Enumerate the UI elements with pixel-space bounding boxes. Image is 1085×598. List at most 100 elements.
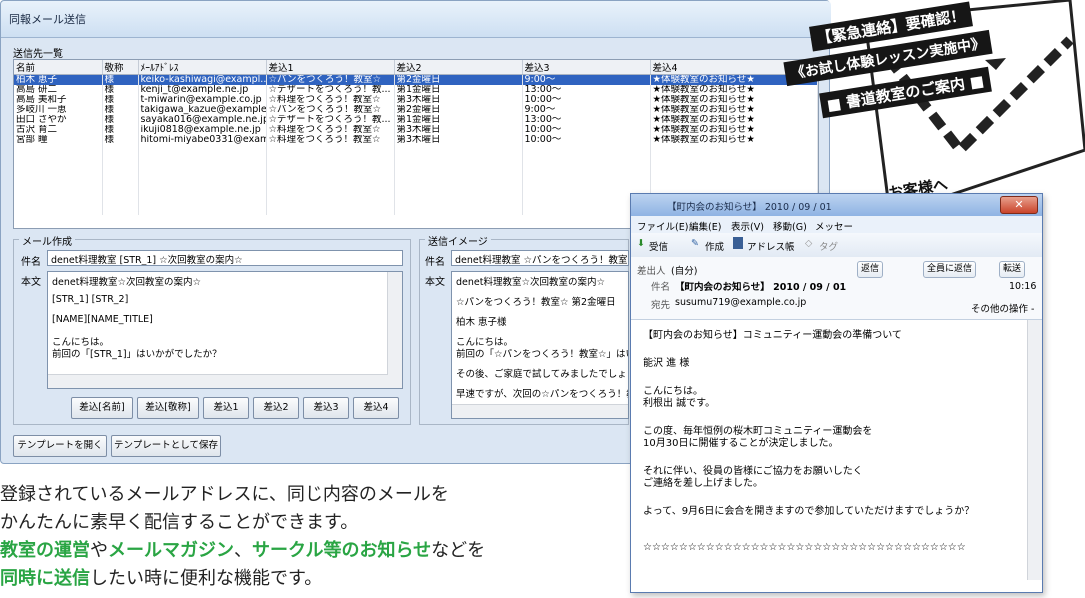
table-cell: 高島 研二: [14, 85, 103, 95]
column-header[interactable]: 名前: [14, 60, 103, 75]
menu-file[interactable]: ファイル(E): [637, 219, 688, 233]
promo-highlight: 同時に送信: [0, 568, 90, 589]
address-book-button[interactable]: アドレス帳: [747, 239, 795, 253]
table-cell: hitomi-miyabe0331@exam...: [138, 135, 267, 145]
reply-button[interactable]: 返信: [857, 261, 884, 278]
tag-button[interactable]: タグ: [819, 239, 838, 253]
table-row[interactable]: 高島 美和子様 t-miwarin@example.co.jp ☆料理をつくろう！教…: [14, 95, 818, 105]
promo-line-1: 登録されているメールアドレスに、同じ内容のメールを: [0, 484, 449, 505]
table-row[interactable]: 多岐川 一恵様 takigawa_kazue@example... ☆パンをつくろう…: [14, 105, 818, 115]
insert-4-button[interactable]: 差込4: [353, 397, 399, 419]
mail-toolbar: ⬇ 受信 ✎ 作成 アドレス帳 ◇ タグ: [631, 233, 1042, 258]
preview-body-line: denet料理教室☆次回教室の案内☆: [456, 277, 605, 288]
menu-view[interactable]: 表示(V): [731, 219, 764, 233]
insert-2-button[interactable]: 差込2: [253, 397, 299, 419]
mail-window-title: 【町内会のお知らせ】 2010 / 09 / 01: [667, 202, 832, 213]
column-header[interactable]: 差込3: [522, 60, 651, 75]
table-cell: 13:00～: [522, 85, 651, 95]
preview-body-line: その後、ご家庭で試してみましたでしょう: [456, 369, 629, 380]
preview-body-line: 柏木 恵子様: [456, 317, 507, 328]
table-cell: ☆デザートをつくろう！教...: [266, 115, 395, 125]
table-cell: 13:00～: [522, 115, 651, 125]
compose-vertical-scrollbar[interactable]: [387, 272, 402, 388]
table-row[interactable]: 宮部 瞳様 hitomi-miyabe0331@exam... ☆料理をつくろう！教…: [14, 135, 818, 145]
table-cell: 田口 さやか: [14, 115, 103, 125]
reply-all-button[interactable]: 全員に返信: [923, 261, 977, 278]
table-cell: ☆料理をつくろう！教室☆: [266, 135, 395, 145]
table-cell: 高島 美和子: [14, 95, 103, 105]
table-cell: 9:00～: [522, 74, 651, 85]
column-header[interactable]: ﾒｰﾙｱﾄﾞﾚｽ: [138, 60, 267, 75]
from-label: 差出人: [637, 266, 666, 277]
promo-highlight: 教室の運営: [0, 540, 90, 561]
menu-edit[interactable]: 編集(E): [689, 219, 721, 233]
receive-icon: ⬇: [637, 238, 645, 249]
table-cell: 第1金曜日: [394, 115, 523, 125]
mail-body-line: よって、9月6日に会合を開きますので参加していただけますでしょうか？: [643, 506, 975, 517]
preview-subject-field: denet料理教室 ☆パンをつくろう！教室☆: [451, 250, 629, 266]
table-cell: 10:00～: [522, 135, 651, 145]
time-value: 10:16: [1009, 281, 1037, 292]
to-label: 宛先: [651, 300, 671, 311]
subject-label: 件名: [651, 282, 671, 293]
table-row[interactable]: 柏木 恵子様 keiko-kashiwagi@exampl... ☆パンをつくろう！…: [14, 74, 818, 85]
save-template-button[interactable]: テンプレートとして保存: [111, 435, 221, 457]
table-cell: 宮部 瞳: [14, 135, 103, 145]
column-header[interactable]: 敬称: [102, 60, 139, 75]
table-cell: 様: [102, 74, 139, 85]
preview-body-line: 前回の「☆パンをつくろう！教室☆」はいか: [456, 349, 629, 360]
table-cell: keiko-kashiwagi@exampl...: [138, 74, 267, 85]
column-header[interactable]: 差込2: [394, 60, 523, 75]
promo-line-3: 教室の運営やメールマガジン、サークル等のお知らせなどを: [0, 537, 485, 565]
table-cell: 柏木 恵子: [14, 74, 103, 85]
table-cell: t-miwarin@example.co.jp: [138, 95, 267, 105]
table-cell: 第2金曜日: [394, 74, 523, 85]
table-cell: 様: [102, 135, 139, 145]
receive-button[interactable]: 受信: [649, 239, 668, 253]
compose-horizontal-scrollbar[interactable]: [48, 374, 388, 388]
table-cell: ☆パンをつくろう！教室☆: [266, 74, 395, 85]
preview-body-label: 本文: [425, 277, 445, 288]
title-bar: 同報メール送信: [1, 1, 831, 38]
compose-body-textarea[interactable]: denet料理教室☆次回教室の案内☆ [STR_1] [STR_2] [NAME…: [47, 271, 403, 389]
table-cell: 第3木曜日: [394, 135, 523, 145]
column-header[interactable]: 差込1: [266, 60, 395, 75]
table-cell: 様: [102, 115, 139, 125]
insert-3-button[interactable]: 差込3: [303, 397, 349, 419]
compose-body-line: [STR_1] [STR_2]: [52, 294, 129, 305]
table-cell: 第3木曜日: [394, 95, 523, 105]
table-cell: 10:00～: [522, 125, 651, 135]
table-row[interactable]: 田口 さやか様 sayaka016@example.ne.jp ☆デザートをつくろう…: [14, 115, 818, 125]
insert-name-button[interactable]: 差込[名前]: [71, 397, 133, 419]
table-cell: ☆パンをつくろう！教室☆: [266, 105, 395, 115]
preview-subject-label: 件名: [425, 257, 445, 268]
insert-1-button[interactable]: 差込1: [203, 397, 249, 419]
compose-icon: ✎: [691, 238, 699, 249]
table-cell: ikuji0818@example.ne.jp: [138, 125, 267, 135]
table-cell: 第2金曜日: [394, 105, 523, 115]
empty-row: [14, 145, 818, 155]
table-cell: ☆料理をつくろう！教室☆: [266, 95, 395, 105]
mail-vertical-scrollbar[interactable]: [1027, 320, 1042, 580]
table-cell: 第3木曜日: [394, 125, 523, 135]
preview-legend: 送信イメージ: [425, 233, 491, 248]
compose-button[interactable]: 作成: [705, 239, 724, 253]
preview-body: denet料理教室☆次回教室の案内☆ ☆パンをつくろう！教室☆ 第2金曜日 柏木…: [451, 271, 629, 419]
table-row[interactable]: 高島 研二様 kenji_t@example.ne.jp ☆デザートをつくろう！教.…: [14, 85, 818, 95]
forward-button[interactable]: 転送: [999, 261, 1026, 278]
compose-subject-input[interactable]: denet料理教室 [STR_1] ☆次回教室の案内☆: [47, 250, 403, 266]
tag-icon: ◇: [805, 238, 813, 249]
close-button[interactable]: ✕: [1000, 196, 1038, 214]
table-row[interactable]: 古沢 育二様 ikuji0818@example.ne.jp ☆料理をつくろう！教室…: [14, 125, 818, 135]
insert-title-button[interactable]: 差込[敬称]: [137, 397, 199, 419]
menu-go[interactable]: 移動(G): [773, 219, 807, 233]
menu-bar: ファイル(E) 編集(E) 表示(V) 移動(G) メッセー: [631, 216, 1042, 233]
open-template-button[interactable]: テンプレートを開く: [13, 435, 107, 457]
menu-message[interactable]: メッセー: [815, 219, 853, 233]
table-cell: 古沢 育二: [14, 125, 103, 135]
promo-highlight: メールマガジン: [108, 540, 234, 561]
preview-horizontal-scrollbar[interactable]: [452, 404, 628, 418]
table-cell: 多岐川 一恵: [14, 105, 103, 115]
other-actions-button[interactable]: その他の操作 -: [971, 301, 1034, 315]
table-cell: 第1金曜日: [394, 85, 523, 95]
